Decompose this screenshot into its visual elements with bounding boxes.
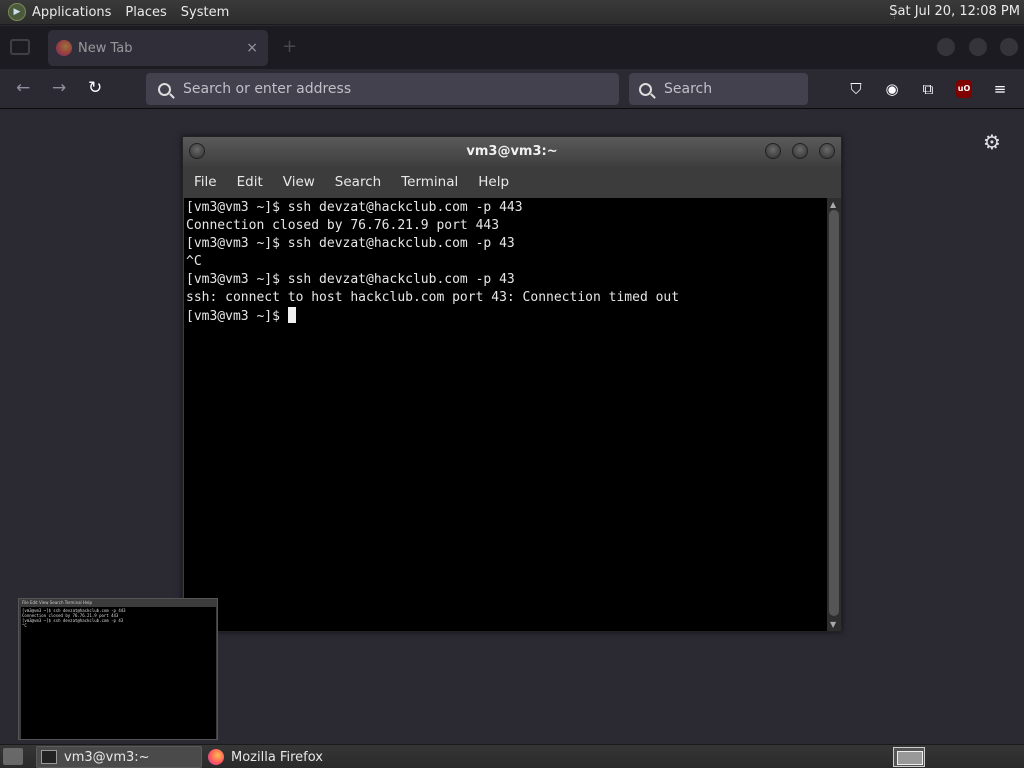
scroll-up-icon[interactable]: ▲ bbox=[830, 200, 836, 209]
workspace-switcher[interactable] bbox=[893, 747, 925, 767]
url-placeholder: Search or enter address bbox=[183, 81, 352, 97]
terminal-icon bbox=[41, 750, 57, 764]
account-icon[interactable]: ◉ bbox=[882, 79, 902, 99]
menu-edit[interactable]: Edit bbox=[237, 174, 263, 190]
tab-title: New Tab bbox=[78, 40, 133, 56]
bottom-taskbar: vm3@vm3:~ Mozilla Firefox bbox=[0, 744, 1024, 768]
browser-nav-bar: ← → ↻ Search or enter address Search ⛉ ◉… bbox=[0, 69, 1024, 109]
menu-places[interactable]: Places bbox=[125, 5, 166, 20]
url-bar[interactable]: Search or enter address bbox=[146, 73, 619, 105]
settings-gear-icon[interactable]: ⚙ bbox=[983, 130, 1001, 154]
pocket-icon[interactable]: ⛉ bbox=[846, 79, 866, 99]
text-cursor bbox=[287, 307, 296, 323]
terminal-prompt-line: [vm3@vm3 ~]$ bbox=[186, 307, 825, 326]
maximize-icon[interactable] bbox=[969, 38, 987, 56]
sidebar-icon[interactable] bbox=[10, 39, 30, 55]
taskbar-item-firefox[interactable]: Mozilla Firefox bbox=[204, 746, 370, 768]
firefox-icon bbox=[56, 40, 72, 56]
back-icon[interactable]: ← bbox=[16, 78, 30, 98]
terminal-line: ^C bbox=[186, 254, 202, 269]
search-placeholder: Search bbox=[664, 81, 713, 97]
terminal-line: [vm3@vm3 ~]$ ssh devzat@hackclub.com -p … bbox=[186, 272, 515, 287]
taskbar-item-label: vm3@vm3:~ bbox=[64, 749, 150, 765]
menu-help[interactable]: Help bbox=[478, 174, 509, 190]
minimize-icon[interactable] bbox=[937, 38, 955, 56]
ublock-icon[interactable]: uO bbox=[956, 80, 972, 98]
search-bar[interactable]: Search bbox=[629, 73, 808, 105]
close-icon[interactable] bbox=[819, 143, 835, 159]
menu-applications[interactable]: Applications bbox=[32, 5, 111, 20]
terminal-line: [vm3@vm3 ~]$ ssh devzat@hackclub.com -p … bbox=[186, 236, 515, 251]
search-icon bbox=[158, 82, 171, 96]
tab-close-icon[interactable]: × bbox=[246, 40, 258, 56]
reload-icon[interactable]: ↻ bbox=[88, 78, 102, 98]
scroll-down-icon[interactable]: ▼ bbox=[830, 620, 836, 629]
terminal-prompt: [vm3@vm3 ~]$ bbox=[186, 309, 288, 324]
distro-logo-icon[interactable]: ▶ bbox=[8, 3, 26, 21]
new-tab-icon[interactable]: + bbox=[282, 36, 297, 57]
menu-file[interactable]: File bbox=[194, 174, 217, 190]
tab-new-tab[interactable]: New Tab × bbox=[48, 30, 268, 66]
menu-icon[interactable]: ≡ bbox=[990, 79, 1010, 99]
window-menu-icon[interactable] bbox=[189, 143, 205, 159]
extensions-icon[interactable]: ⧉ bbox=[918, 79, 938, 99]
clock[interactable]: Sat Jul 20, 12:08 PM bbox=[889, 4, 1020, 19]
maximize-icon[interactable] bbox=[792, 143, 808, 159]
terminal-scrollbar[interactable]: ▲ ▼ bbox=[827, 198, 841, 631]
top-panel: ▶ Applications Places System Sat Jul 20,… bbox=[0, 0, 1024, 25]
terminal-line: Connection closed by 76.76.21.9 port 443 bbox=[186, 218, 500, 233]
scrollbar-thumb[interactable] bbox=[829, 210, 839, 616]
search-icon bbox=[639, 82, 652, 96]
forward-icon[interactable]: → bbox=[52, 78, 66, 98]
taskbar-item-terminal[interactable]: vm3@vm3:~ bbox=[36, 746, 202, 768]
terminal-line: ssh: connect to host hackclub.com port 4… bbox=[186, 290, 680, 305]
menu-terminal[interactable]: Terminal bbox=[401, 174, 458, 190]
firefox-icon bbox=[208, 749, 224, 765]
browser-tab-strip: New Tab × + bbox=[0, 26, 1024, 69]
menu-search[interactable]: Search bbox=[335, 174, 381, 190]
terminal-title: vm3@vm3:~ bbox=[466, 144, 558, 159]
terminal-window[interactable]: vm3@vm3:~ File Edit View Search Terminal… bbox=[182, 136, 842, 632]
minimize-icon[interactable] bbox=[765, 143, 781, 159]
window-preview-thumbnail[interactable]: File Edit View Search Terminal Help [vm3… bbox=[18, 598, 218, 740]
taskbar-item-label: Mozilla Firefox bbox=[231, 749, 323, 765]
menu-view[interactable]: View bbox=[283, 174, 315, 190]
preview-menubar: File Edit View Search Terminal Help bbox=[22, 600, 93, 605]
close-window-icon[interactable] bbox=[1000, 38, 1018, 56]
terminal-line: [vm3@vm3 ~]$ ssh devzat@hackclub.com -p … bbox=[186, 200, 523, 215]
show-desktop-icon[interactable] bbox=[3, 748, 23, 765]
terminal-titlebar[interactable]: vm3@vm3:~ bbox=[183, 137, 841, 167]
terminal-menubar: File Edit View Search Terminal Help bbox=[183, 167, 841, 197]
terminal-screen[interactable]: [vm3@vm3 ~]$ ssh devzat@hackclub.com -p … bbox=[184, 198, 827, 631]
preview-screen: [vm3@vm3 ~]$ ssh devzat@hackclub.com -p … bbox=[21, 607, 216, 739]
menu-system[interactable]: System bbox=[181, 5, 229, 20]
